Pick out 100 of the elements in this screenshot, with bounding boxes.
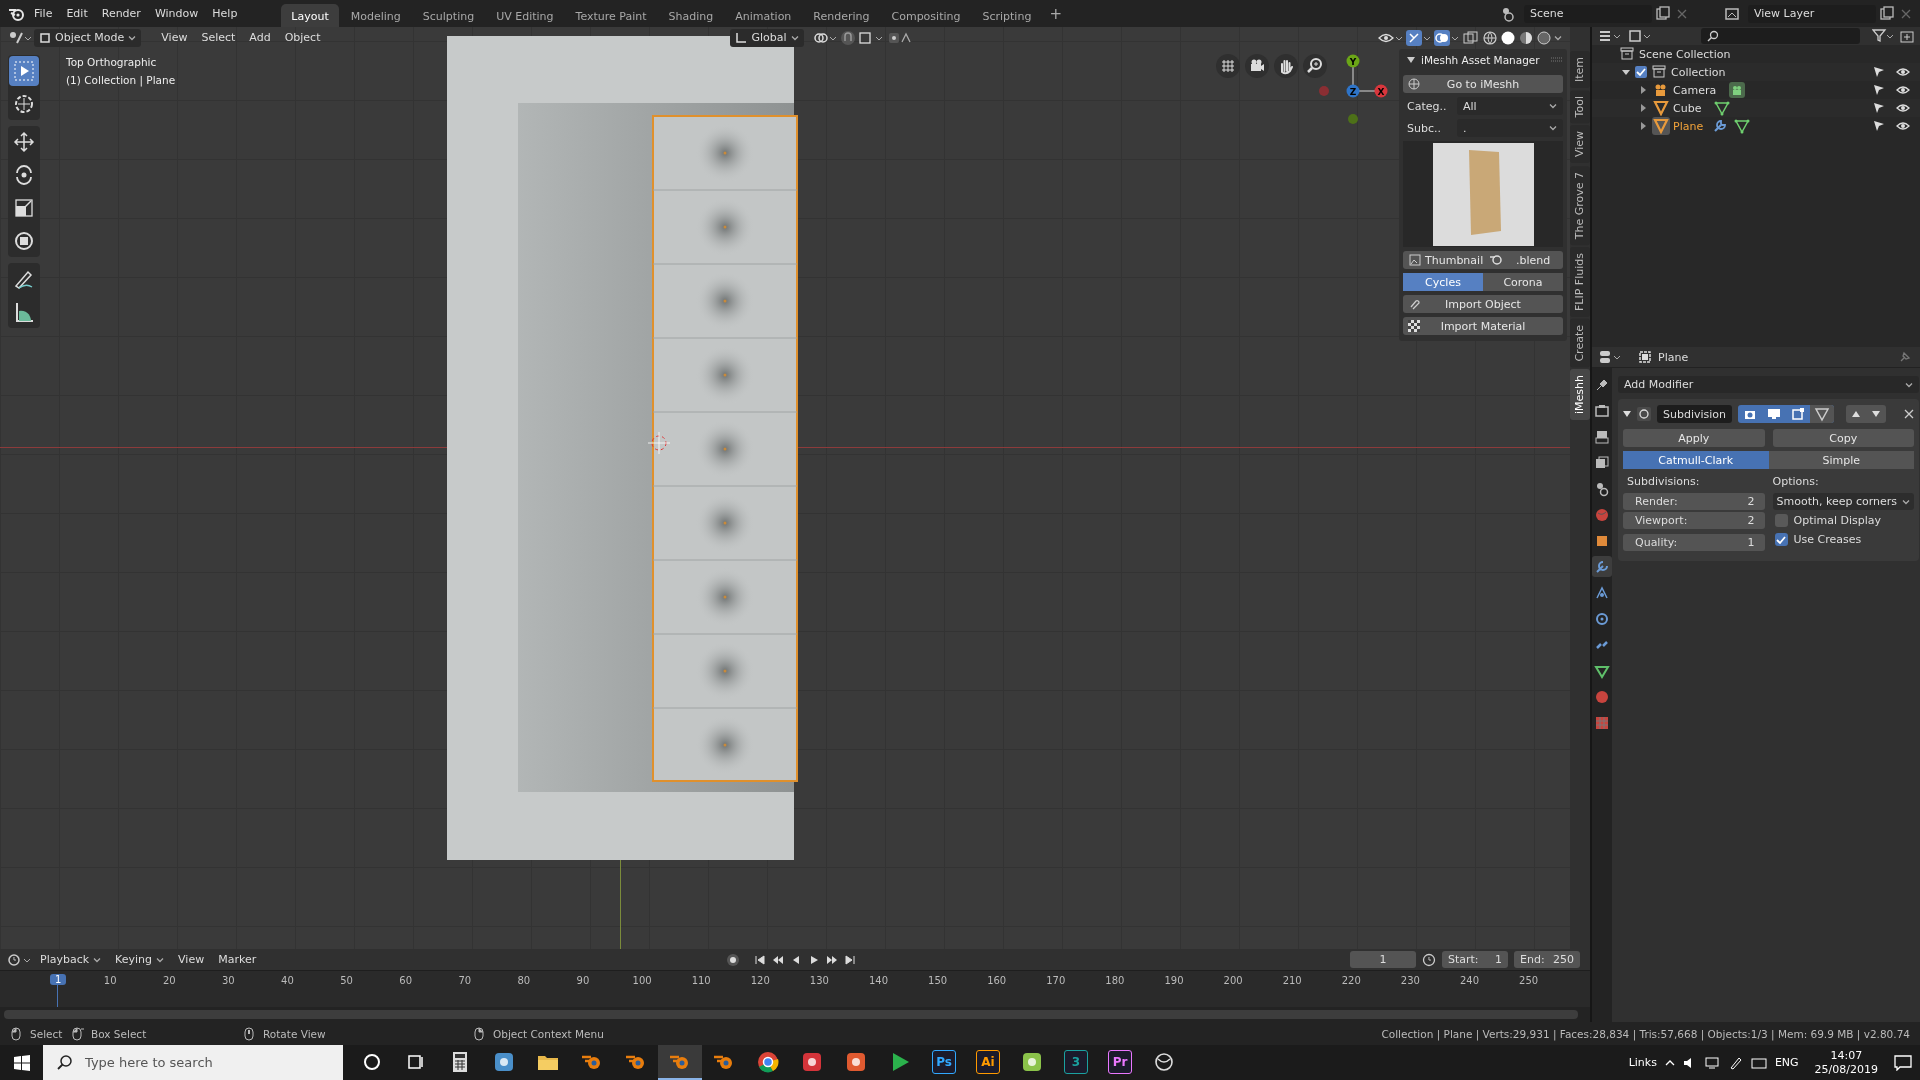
- menu-item[interactable]: View: [172, 951, 211, 968]
- menu-item[interactable]: Render: [95, 5, 147, 22]
- sidebar-tab[interactable]: iMeshh: [1570, 369, 1590, 421]
- frame-number: 100: [632, 975, 652, 986]
- search-field[interactable]: Type here to search: [43, 1045, 343, 1080]
- menu-item[interactable]: File: [28, 5, 59, 22]
- outliner-item[interactable]: Plane: [1673, 119, 1704, 133]
- add-modifier-dropdown[interactable]: Add Modifier: [1618, 376, 1920, 393]
- import-object-button[interactable]: Import Object: [1403, 295, 1563, 313]
- import-material-button[interactable]: Import Material: [1403, 317, 1563, 335]
- object-name: Plane: [1658, 350, 1689, 364]
- sidebar-tab[interactable]: Tool: [1570, 90, 1590, 124]
- workspace-tab[interactable]: Sculpting: [412, 3, 485, 27]
- taskbar-button[interactable]: Ps: [922, 1045, 966, 1080]
- start-frame-field[interactable]: Start: 1: [1442, 951, 1508, 968]
- frame-number: 120: [750, 975, 770, 986]
- frame-number: 220: [1341, 975, 1361, 986]
- end-frame-field[interactable]: End: 250: [1514, 951, 1580, 968]
- sidebar-tab[interactable]: Item: [1570, 51, 1590, 89]
- sidebar-tab[interactable]: The Grove 7: [1570, 165, 1590, 245]
- workspace-tab[interactable]: Texture Paint: [565, 3, 657, 27]
- workspace-tab[interactable]: Scripting: [972, 3, 1042, 27]
- menu-item[interactable]: Playback: [34, 951, 108, 968]
- taskbar-button[interactable]: Pr: [1098, 1045, 1142, 1080]
- outliner-item[interactable]: Collection: [1671, 65, 1726, 79]
- frame-number: 110: [691, 975, 711, 986]
- uv-smooth-dropdown[interactable]: Smooth, keep corners: [1772, 493, 1915, 510]
- frame-number: 80: [517, 975, 531, 986]
- modifier-name-field[interactable]: Subdivision: [1657, 405, 1733, 423]
- workspace-tab[interactable]: Shading: [658, 3, 724, 27]
- mode-dropdown[interactable]: Object Mode: [34, 28, 142, 47]
- frame-number: 20: [162, 975, 176, 986]
- category-dropdown[interactable]: All: [1457, 97, 1563, 115]
- taskbar-button[interactable]: Ai: [966, 1045, 1010, 1080]
- sidebar-tab[interactable]: FLIP Fluids: [1570, 246, 1590, 317]
- number-field[interactable]: Viewport: 2: [1623, 512, 1765, 529]
- menu-item[interactable]: Object: [278, 29, 327, 46]
- axis-label: Z: [1349, 86, 1357, 97]
- workspace-tab[interactable]: UV Editing: [486, 3, 564, 27]
- engine-toggle[interactable]: Corona: [1483, 273, 1563, 291]
- frame-number: 250: [1519, 975, 1539, 986]
- menu-item[interactable]: Edit: [60, 5, 94, 22]
- taskbar-button[interactable]: 3: [1054, 1045, 1098, 1080]
- toolbar-label[interactable]: Links: [1628, 1056, 1657, 1069]
- field-label: Subc..: [1407, 121, 1442, 135]
- current-frame-field[interactable]: 1: [1350, 951, 1416, 968]
- thumbnail-button[interactable]: Thumbnail: [1403, 251, 1490, 269]
- subdivision-type-toggle[interactable]: Simple: [1768, 451, 1915, 469]
- outliner-item[interactable]: Scene Collection: [1639, 47, 1731, 61]
- workspace-tab[interactable]: Compositing: [881, 3, 971, 27]
- checkbox-label: Optimal Display: [1793, 514, 1882, 527]
- shortcut-hint: Rotate View: [263, 1027, 326, 1040]
- number-field[interactable]: Quality: 1: [1623, 534, 1765, 551]
- sidebar-tab[interactable]: View: [1570, 125, 1590, 164]
- workspace-tab[interactable]: Animation: [725, 3, 802, 27]
- frame-number: 190: [1164, 975, 1184, 986]
- clock[interactable]: 14:07 25/08/2019: [1814, 1048, 1878, 1077]
- go-to-button[interactable]: Go to iMeshh: [1403, 75, 1563, 93]
- sidebar-tab[interactable]: Create: [1570, 318, 1590, 368]
- section-label: Options:: [1772, 474, 1820, 490]
- frame-number: 160: [987, 975, 1007, 986]
- frame-number: 140: [868, 975, 889, 986]
- frame-number: 180: [1105, 975, 1125, 986]
- frame-number: 40: [281, 975, 294, 986]
- menu-item[interactable]: Keying: [109, 951, 171, 968]
- workspace-tab[interactable]: Layout: [281, 3, 339, 27]
- menu-item[interactable]: Window: [148, 5, 205, 22]
- app-icon[interactable]: Ai: [976, 1049, 1000, 1074]
- app-icon[interactable]: 3: [1064, 1049, 1088, 1074]
- subdivision-type-toggle[interactable]: Catmull-Clark: [1623, 451, 1769, 469]
- language-indicator[interactable]: ENG: [1774, 1056, 1799, 1069]
- menu-item[interactable]: Select: [195, 29, 242, 46]
- blend-button[interactable]: .blend: [1503, 251, 1563, 269]
- view-layer-field[interactable]: View Layer: [1748, 4, 1876, 23]
- outliner-item[interactable]: Cube: [1673, 101, 1702, 115]
- frame-number: 170: [1046, 975, 1066, 986]
- scene-field[interactable]: Scene: [1524, 4, 1652, 23]
- orientation-dropdown[interactable]: Global: [730, 28, 804, 47]
- search-placeholder: Type here to search: [85, 1055, 213, 1070]
- app-icon[interactable]: Ps: [932, 1049, 956, 1074]
- axis-label: Y: [1349, 56, 1357, 67]
- menu-item[interactable]: View: [155, 29, 194, 46]
- menu-item[interactable]: Help: [206, 5, 244, 22]
- workspace-tab[interactable]: Rendering: [803, 3, 880, 27]
- engine-toggle[interactable]: Cycles: [1403, 273, 1483, 291]
- frame-number: 10: [103, 975, 117, 986]
- menu-item[interactable]: Marker: [212, 951, 263, 968]
- apply-button[interactable]: Apply: [1623, 429, 1765, 447]
- workspace-tab[interactable]: Modeling: [340, 3, 411, 27]
- panel-title: iMeshh Asset Manager: [1421, 54, 1541, 66]
- add-workspace-button[interactable]: +: [1043, 2, 1068, 25]
- category-dropdown[interactable]: .: [1457, 119, 1563, 137]
- app-icon[interactable]: Pr: [1108, 1049, 1132, 1074]
- view-context: (1) Collection | Plane: [66, 73, 176, 89]
- copy-button[interactable]: Copy: [1772, 429, 1915, 447]
- menu-item[interactable]: Add: [243, 29, 277, 46]
- outliner-item[interactable]: Camera: [1673, 83, 1717, 97]
- frame-number: 60: [399, 975, 413, 986]
- number-field[interactable]: Render: 2: [1623, 493, 1765, 510]
- frame-number: 240: [1459, 975, 1480, 986]
